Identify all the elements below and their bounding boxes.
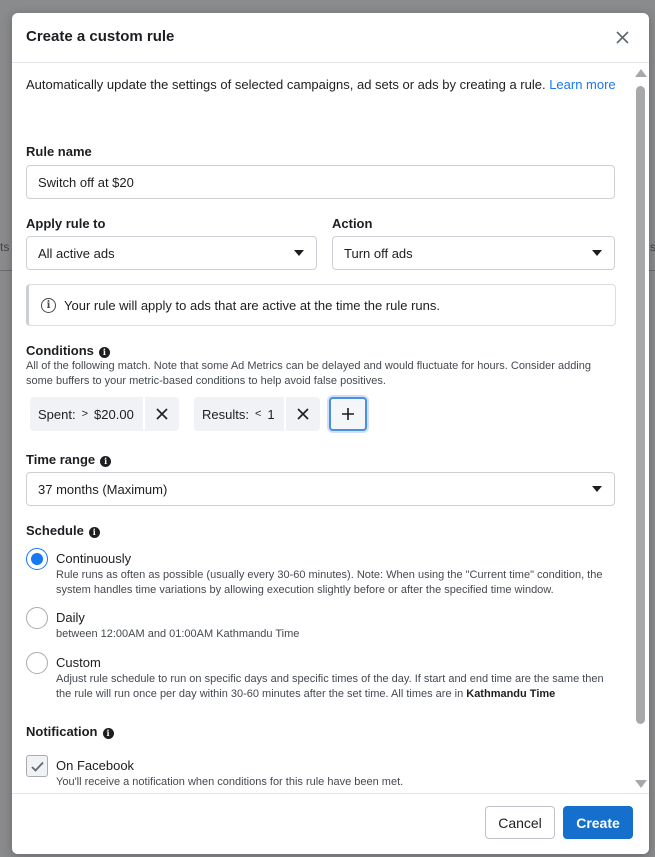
dialog-title: Create a custom rule	[26, 28, 175, 45]
schedule-continuously-radio[interactable]	[26, 548, 48, 570]
background-divider-left	[0, 270, 12, 271]
conditions-description: All of the following match. Note that so…	[26, 360, 591, 387]
create-button[interactable]: Create	[563, 806, 633, 839]
intro-text: Automatically update the settings of sel…	[26, 76, 616, 94]
action-label: Action	[332, 216, 373, 231]
apply-rule-to-value: All active ads	[38, 245, 115, 261]
schedule-option-title: Continuously	[56, 551, 132, 566]
remove-condition-button[interactable]	[142, 397, 179, 431]
add-condition-button[interactable]	[329, 397, 367, 431]
info-icon[interactable]: i	[100, 455, 112, 467]
schedule-option-description: between 12:00AM and 01:00AM Kathmandu Ti…	[56, 628, 300, 640]
action-dropdown[interactable]: Turn off ads	[332, 236, 615, 270]
custom-rule-dialog: Create a custom rule Automatically updat…	[12, 13, 649, 854]
notification-option-title: On Facebook	[56, 758, 135, 773]
background-divider-right	[649, 270, 655, 271]
rule-name-input[interactable]: Switch off at $20	[26, 165, 615, 199]
action-value: Turn off ads	[344, 245, 413, 261]
caret-down-icon	[592, 250, 602, 256]
on-facebook-checkbox[interactable]	[26, 755, 48, 777]
condition-chip-text: Results: < 1	[194, 397, 284, 431]
condition-operator: <	[254, 408, 262, 420]
checkmark-icon	[30, 761, 44, 772]
remove-condition-button[interactable]	[283, 397, 320, 431]
plus-icon	[342, 408, 354, 420]
timezone-name: Kathmandu Time	[466, 688, 556, 700]
conditions-title: Conditions	[26, 343, 94, 358]
time-range-dropdown[interactable]: 37 months (Maximum)	[26, 472, 615, 506]
schedule-option-title: Custom	[56, 655, 101, 670]
condition-value: $20.00	[94, 406, 134, 422]
rule-name-value: Switch off at $20	[38, 174, 134, 190]
time-range-label: Time range i	[26, 452, 112, 467]
close-icon	[297, 408, 309, 420]
condition-value: 1	[267, 406, 275, 422]
condition-chip[interactable]: Results: < 1	[194, 397, 320, 431]
rule-notice-text: Your rule will apply to ads that are act…	[64, 297, 440, 313]
learn-more-link[interactable]: Learn more	[549, 77, 615, 92]
dialog-scrollbar[interactable]	[635, 64, 647, 792]
condition-chip[interactable]: Spent: > $20.00	[30, 397, 179, 431]
condition-operator: >	[81, 408, 89, 420]
schedule-label: Schedule i	[26, 523, 100, 538]
schedule-option-description: Rule runs as often as possible (usually …	[56, 569, 603, 596]
schedule-title: Schedule	[26, 523, 84, 538]
cancel-button[interactable]: Cancel	[485, 806, 555, 839]
scrollbar-thumb[interactable]	[636, 86, 645, 724]
schedule-custom-radio[interactable]	[26, 652, 48, 674]
condition-chip-text: Spent: > $20.00	[30, 397, 143, 431]
background-text-fragment: ts	[0, 240, 10, 254]
rule-notice: i Your rule will apply to ads that are a…	[26, 284, 616, 326]
info-icon[interactable]: i	[102, 727, 114, 739]
info-icon[interactable]: i	[88, 526, 100, 538]
close-button[interactable]	[612, 27, 632, 47]
rule-name-label: Rule name	[26, 144, 92, 159]
apply-rule-to-label: Apply rule to	[26, 216, 106, 231]
dialog-footer: Cancel Create	[12, 793, 649, 854]
intro-description: Automatically update the settings of sel…	[26, 77, 550, 92]
caret-down-icon	[592, 486, 602, 492]
notification-option-description: You'll receive a notification when condi…	[56, 776, 404, 788]
caret-down-icon	[294, 250, 304, 256]
condition-metric: Results:	[202, 406, 249, 422]
time-range-value: 37 months (Maximum)	[38, 481, 168, 497]
dialog-header: Create a custom rule	[12, 13, 649, 63]
radio-dot	[31, 553, 43, 565]
schedule-option-description: Adjust rule schedule to run on specific …	[56, 672, 616, 702]
scroll-up-arrow-icon[interactable]	[635, 69, 647, 77]
time-range-title: Time range	[26, 452, 96, 467]
notification-label: Notification i	[26, 724, 114, 739]
schedule-option-title: Daily	[56, 610, 85, 625]
schedule-daily-radio[interactable]	[26, 607, 48, 629]
conditions-label: Conditions i	[26, 343, 110, 358]
dialog-body[interactable]: Automatically update the settings of sel…	[12, 64, 649, 792]
close-icon	[615, 30, 629, 44]
apply-rule-to-dropdown[interactable]: All active ads	[26, 236, 317, 270]
background-text-fragment: s	[650, 240, 655, 254]
close-icon	[156, 408, 168, 420]
info-icon: i	[41, 297, 56, 313]
notification-title: Notification	[26, 724, 98, 739]
scroll-down-arrow-icon[interactable]	[635, 780, 647, 788]
condition-metric: Spent:	[38, 406, 76, 422]
info-icon[interactable]: i	[98, 346, 110, 358]
